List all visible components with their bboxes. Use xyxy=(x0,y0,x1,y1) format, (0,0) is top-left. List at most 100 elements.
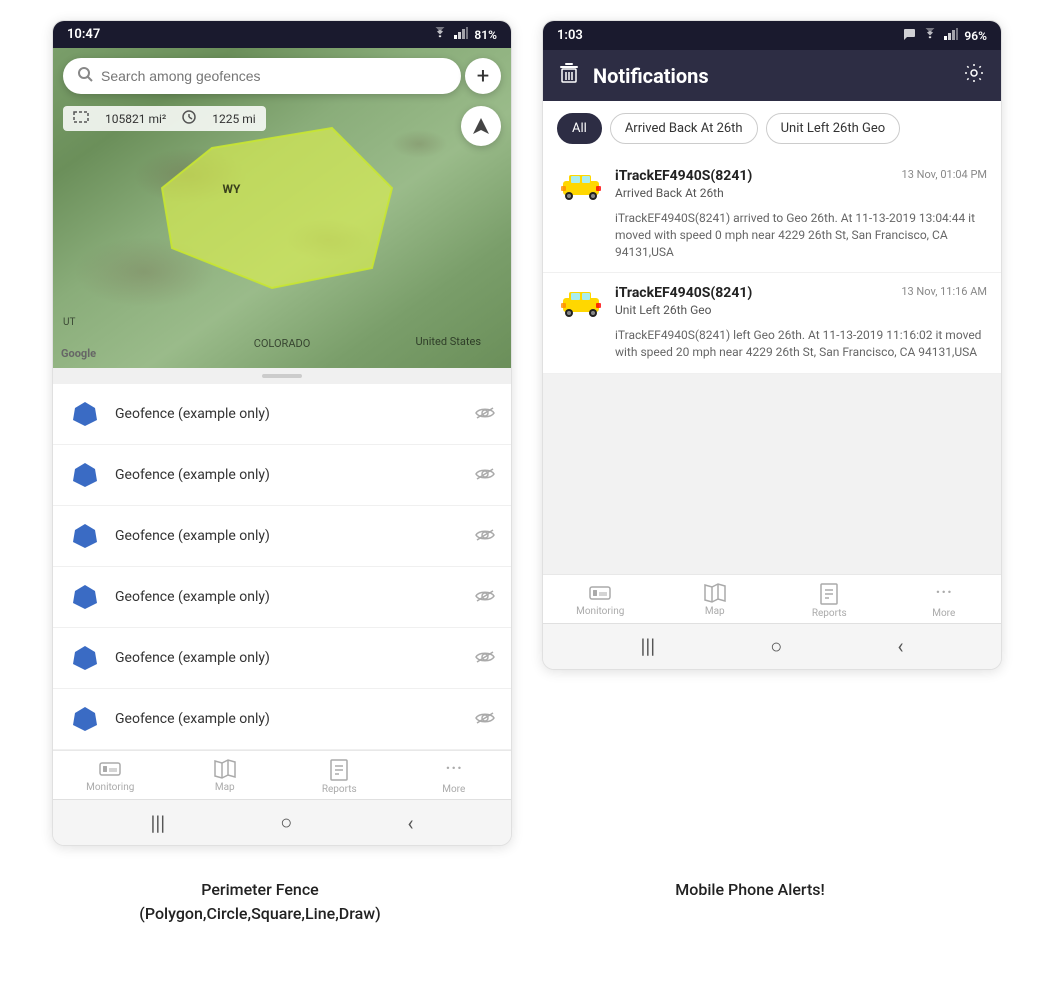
settings-icon[interactable] xyxy=(963,62,985,89)
geofence-icon xyxy=(69,703,101,735)
nav-more-label-left: More xyxy=(442,784,465,795)
notification-item-2[interactable]: iTrackEF4940S(8241) 13 Nov, 11:16 AM Uni… xyxy=(543,273,1001,374)
geofence-name: Geofence (example only) xyxy=(115,711,461,727)
navigation-button[interactable] xyxy=(461,106,501,146)
back-button-left[interactable]: ‹ xyxy=(407,811,413,835)
nav-more-right[interactable]: ··· More xyxy=(887,583,1002,619)
visibility-icon[interactable] xyxy=(475,648,495,669)
nav-monitoring-left[interactable]: Monitoring xyxy=(53,759,168,795)
list-item[interactable]: Geofence (example only) xyxy=(53,628,511,689)
list-item[interactable]: Geofence (example only) xyxy=(53,567,511,628)
geofence-icon xyxy=(69,520,101,552)
google-logo: Google xyxy=(61,347,96,360)
geofence-name: Geofence (example only) xyxy=(115,650,461,666)
stats-bar: 105821 mi² 1225 mi xyxy=(63,106,266,131)
home-button-right[interactable]: ○ xyxy=(770,634,782,659)
home-button-left[interactable]: ○ xyxy=(280,810,292,835)
geofence-name: Geofence (example only) xyxy=(115,406,461,422)
list-item[interactable]: Geofence (example only) xyxy=(53,689,511,750)
nav-map-label-left: Map xyxy=(215,782,235,793)
notification-header: Notifications xyxy=(543,50,1001,101)
scroll-indicator xyxy=(53,368,511,384)
filter-tab-arrived[interactable]: Arrived Back At 26th xyxy=(610,113,758,144)
captions-area: Perimeter Fence(Polygon,Circle,Square,Li… xyxy=(0,866,1054,946)
nav-more-label-right: More xyxy=(932,608,955,619)
left-caption: Perimeter Fence(Polygon,Circle,Square,Li… xyxy=(30,878,490,926)
event-type-1: Arrived Back At 26th xyxy=(615,186,987,200)
geofence-list: Geofence (example only) Geofence (exampl… xyxy=(53,384,511,750)
geofence-name: Geofence (example only) xyxy=(115,528,461,544)
search-bar[interactable] xyxy=(63,58,461,94)
visibility-icon[interactable] xyxy=(475,465,495,486)
right-phone-screen: 1:03 xyxy=(542,20,1002,670)
search-input[interactable] xyxy=(101,68,447,84)
geofence-icon xyxy=(69,398,101,430)
geofence-icon xyxy=(69,642,101,674)
geofence-name: Geofence (example only) xyxy=(115,589,461,605)
clock-icon xyxy=(182,110,196,127)
map-label-ut: UT xyxy=(63,317,75,328)
area-icon xyxy=(73,111,89,126)
map-label-wy: WY xyxy=(222,182,240,196)
search-icon xyxy=(77,66,93,86)
nav-reports-left[interactable]: Reports xyxy=(282,759,397,795)
filter-tab-unit-left[interactable]: Unit Left 26th Geo xyxy=(766,113,901,144)
area-stat: 105821 mi² xyxy=(105,112,166,126)
status-bar-left: 10:47 81% xyxy=(53,21,511,48)
notification-title: Notifications xyxy=(593,64,949,88)
list-item[interactable]: Geofence (example only) xyxy=(53,506,511,567)
geofence-icon xyxy=(69,581,101,613)
notif-detail-2: iTrackEF4940S(8241) left Geo 26th. At 11… xyxy=(615,327,987,361)
visibility-icon[interactable] xyxy=(475,526,495,547)
nav-reports-right[interactable]: Reports xyxy=(772,583,887,619)
timestamp-1: 13 Nov, 01:04 PM xyxy=(902,168,987,181)
battery-left: 81% xyxy=(474,28,497,42)
device-name-2: iTrackEF4940S(8241) xyxy=(615,285,752,301)
visibility-icon[interactable] xyxy=(475,587,495,608)
right-caption: Mobile Phone Alerts! xyxy=(520,878,980,926)
left-phone-screen: 10:47 81% xyxy=(52,20,512,846)
android-nav-left: ||| ○ ‹ xyxy=(53,799,511,845)
signal-icon-right xyxy=(944,28,958,43)
nav-map-right[interactable]: Map xyxy=(658,583,773,619)
list-item[interactable]: Geofence (example only) xyxy=(53,445,511,506)
visibility-icon[interactable] xyxy=(475,709,495,730)
nav-map-label-right: Map xyxy=(705,606,725,617)
recent-apps-button-right[interactable]: ||| xyxy=(641,634,656,658)
geofence-polygon xyxy=(132,108,432,308)
notif-info-1: iTrackEF4940S(8241) 13 Nov, 01:04 PM Arr… xyxy=(615,168,987,200)
nav-more-left[interactable]: ··· More xyxy=(397,759,512,795)
nav-map-left[interactable]: Map xyxy=(168,759,283,795)
notifications-list: iTrackEF4940S(8241) 13 Nov, 01:04 PM Arr… xyxy=(543,156,1001,374)
timestamp-2: 13 Nov, 11:16 AM xyxy=(901,285,987,298)
map-label-us: United States xyxy=(416,335,481,348)
nav-monitoring-label-left: Monitoring xyxy=(86,782,134,793)
wifi-icon-left xyxy=(432,27,448,42)
vehicle-icon-1 xyxy=(557,168,605,204)
empty-area xyxy=(543,374,1001,574)
status-time-left: 10:47 xyxy=(67,27,100,42)
notif-detail-1: iTrackEF4940S(8241) arrived to Geo 26th.… xyxy=(615,210,987,260)
device-name-1: iTrackEF4940S(8241) xyxy=(615,168,752,184)
status-bar-right: 1:03 xyxy=(543,21,1001,50)
bottom-navigation-left: Monitoring Map Reports xyxy=(53,750,511,799)
notification-item-1[interactable]: iTrackEF4940S(8241) 13 Nov, 01:04 PM Arr… xyxy=(543,156,1001,273)
status-time-right: 1:03 xyxy=(557,28,583,43)
visibility-icon[interactable] xyxy=(475,404,495,425)
add-geofence-button[interactable]: + xyxy=(465,58,501,94)
back-button-right[interactable]: ‹ xyxy=(897,634,903,658)
map-label-co: COLORADO xyxy=(254,337,311,350)
trash-icon[interactable] xyxy=(559,62,579,89)
more-icon-left: ··· xyxy=(445,759,462,781)
nav-monitoring-right[interactable]: Monitoring xyxy=(543,583,658,619)
wifi-icon-right xyxy=(922,28,938,43)
map-area[interactable]: WY United States COLORADO UT Google + xyxy=(53,48,511,368)
nav-monitoring-label-right: Monitoring xyxy=(576,606,624,617)
list-item[interactable]: Geofence (example only) xyxy=(53,384,511,445)
filter-tab-all[interactable]: All xyxy=(557,113,602,144)
scroll-pill xyxy=(262,374,302,378)
map-background: WY United States COLORADO UT Google xyxy=(53,48,511,368)
notif-info-2: iTrackEF4940S(8241) 13 Nov, 11:16 AM Uni… xyxy=(615,285,987,317)
chat-icon xyxy=(902,27,916,44)
recent-apps-button-left[interactable]: ||| xyxy=(151,811,166,835)
